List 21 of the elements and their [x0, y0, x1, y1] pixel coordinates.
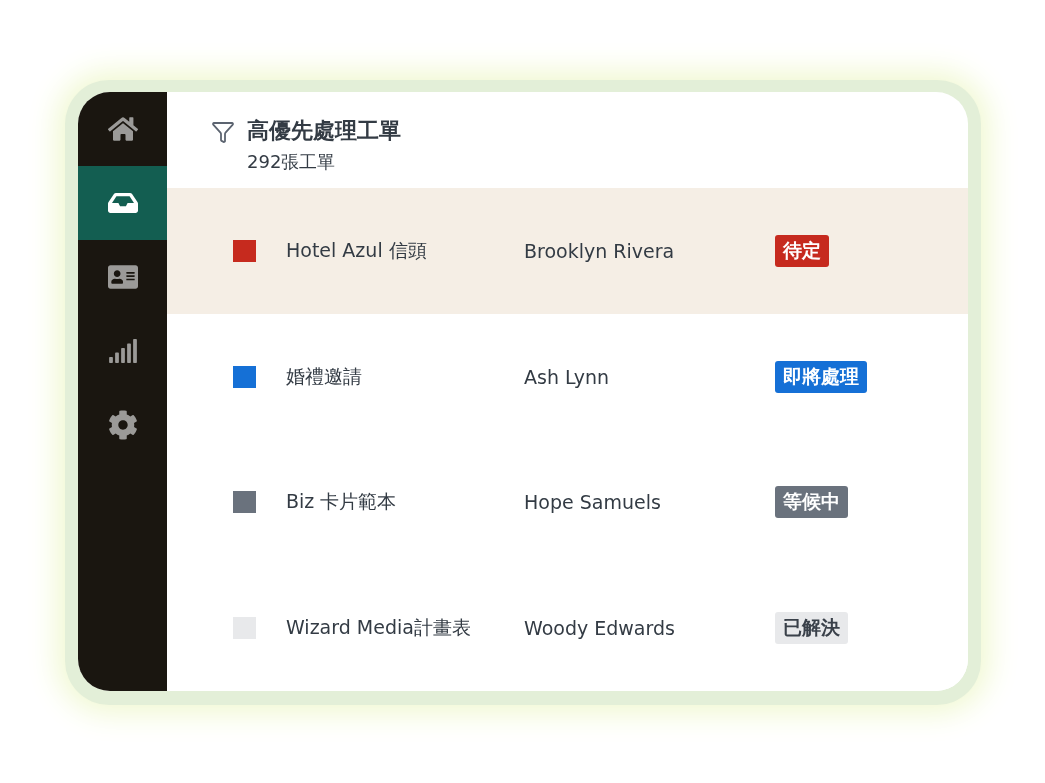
status-badge: 已解決	[775, 612, 848, 645]
bar-chart-icon	[107, 336, 138, 366]
assignee-name: Ash Lynn	[524, 365, 611, 388]
settings-icon	[107, 410, 138, 440]
assignee-name: Woody Edwards	[524, 617, 676, 640]
ticket-title: Hotel Azul 信頭	[286, 237, 428, 263]
nav-item[interactable]	[78, 166, 167, 240]
home-icon	[107, 114, 138, 144]
contact-card-icon	[107, 262, 138, 292]
filter-icon[interactable]	[211, 120, 235, 144]
status-badge: 即將處理	[775, 360, 867, 393]
status-badge: 待定	[775, 234, 829, 267]
assignee-name: Brooklyn Rivera	[524, 239, 676, 262]
ticket-title: Biz 卡片範本	[286, 489, 398, 515]
ticket-count: 292張工單	[247, 150, 337, 174]
ticket-title: 婚禮邀請	[286, 363, 363, 389]
ticket-title: Wizard Media計畫表	[286, 615, 472, 641]
assignee-name: Hope Samuels	[524, 491, 662, 514]
ticket-row[interactable]: Hotel Azul 信頭 Brooklyn Rivera 待定	[167, 187, 968, 314]
status-badge: 等候中	[775, 486, 848, 519]
list-title: 高優先處理工單	[247, 117, 401, 145]
